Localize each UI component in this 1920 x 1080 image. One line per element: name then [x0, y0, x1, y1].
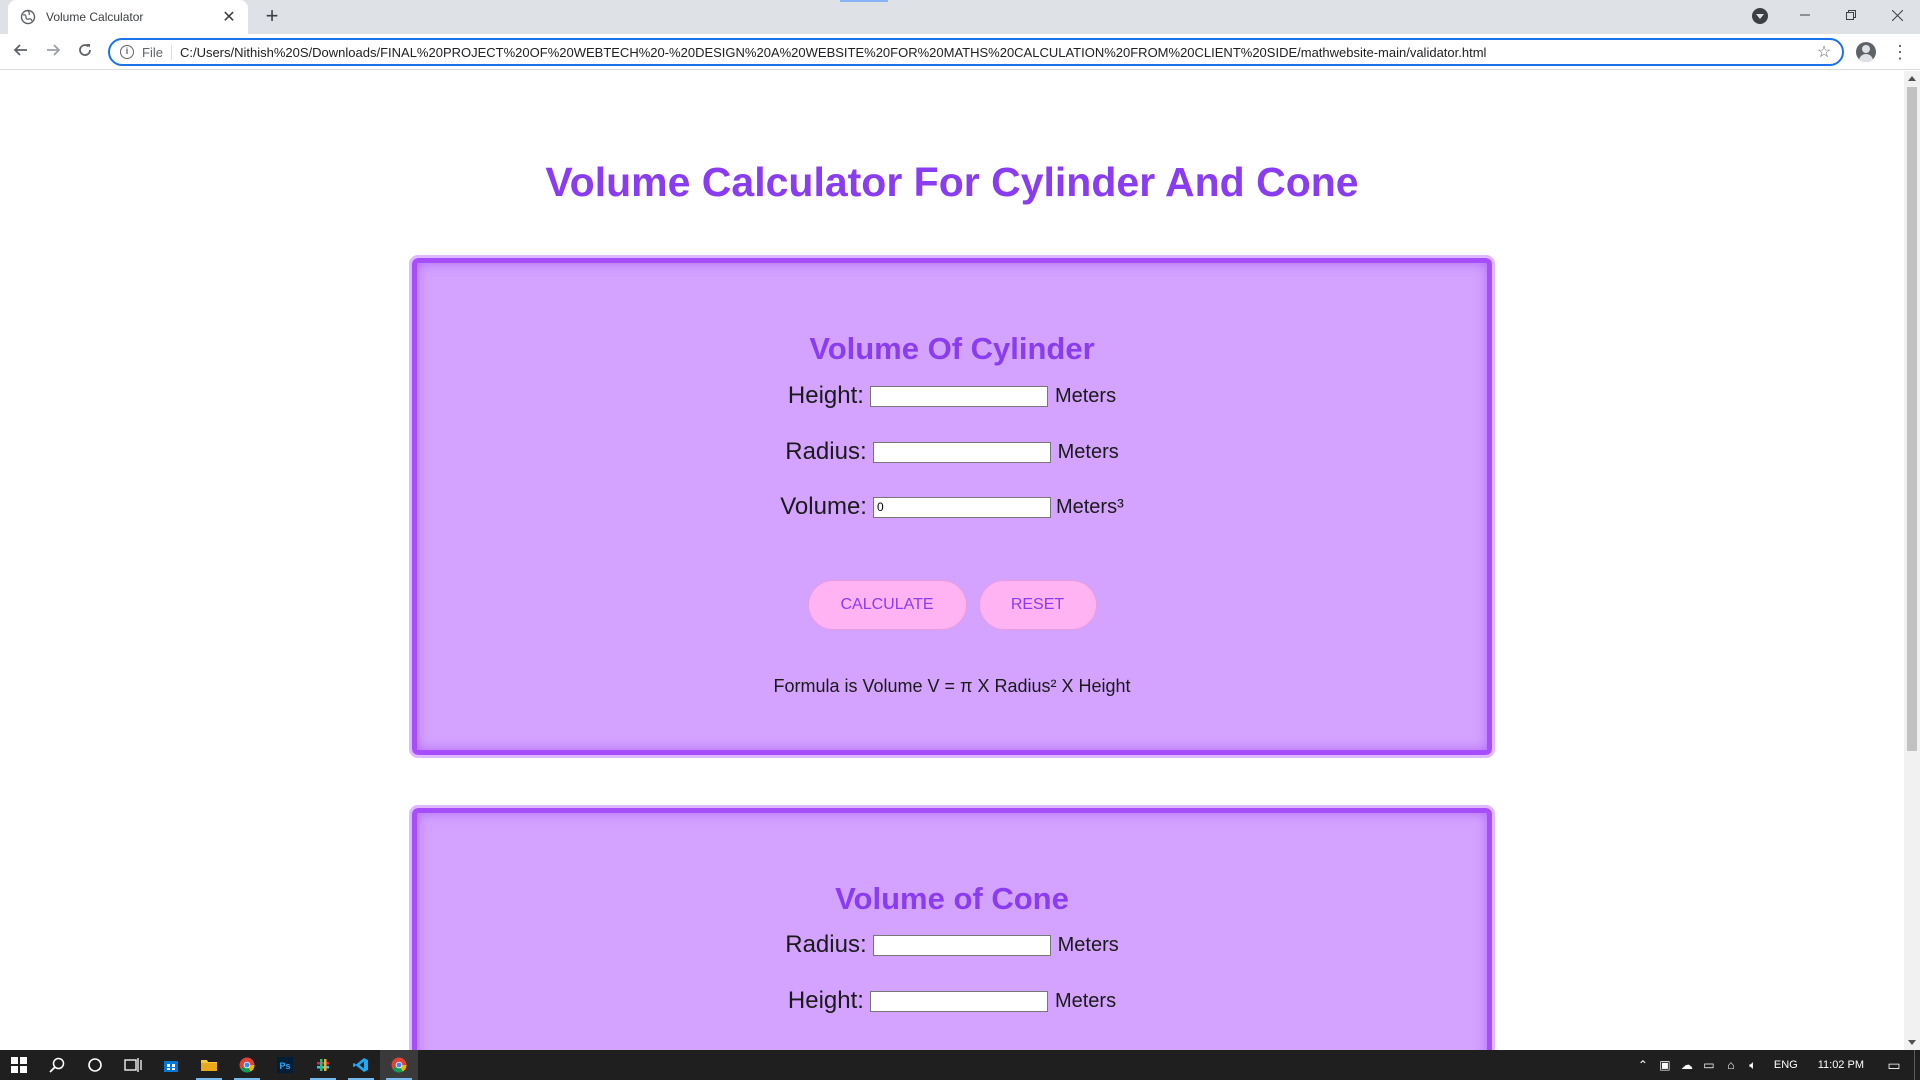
task-view-icon[interactable] — [114, 1050, 152, 1080]
radius-unit: Meters — [1057, 440, 1119, 463]
scrollbar-thumb[interactable] — [1907, 87, 1917, 751]
system-tray: ⌃ ▣ ☁ ▭ ⌂ 🔈︎ ENG 11:02 PM ▭ — [1632, 1050, 1920, 1080]
scroll-down-arrow-icon[interactable] — [1908, 1040, 1916, 1045]
page-viewport: Volume Calculator For Cylinder And Cone … — [0, 71, 1904, 1050]
tab-title: Volume Calculator — [46, 10, 144, 24]
calculate-button[interactable]: CALCULATE — [807, 580, 967, 630]
cylinder-volume-output[interactable] — [872, 496, 1051, 518]
cone-height-input[interactable] — [869, 990, 1048, 1012]
chrome-active-icon[interactable] — [380, 1050, 418, 1080]
height-label: Height: — [787, 382, 864, 409]
tab-close-icon[interactable]: ✕ — [220, 7, 238, 27]
height-unit: Meters — [1054, 384, 1117, 407]
cylinder-formula: Formula is Volume V = π X Radius² X Heig… — [773, 676, 1131, 696]
reload-icon[interactable] — [74, 41, 96, 63]
volume-label: Volume: — [780, 493, 867, 520]
reset-button[interactable]: RESET — [978, 580, 1097, 630]
forward-arrow-icon[interactable] — [42, 41, 64, 63]
vertical-scrollbar[interactable] — [1904, 71, 1920, 1050]
cylinder-calculator-card: Volume Of Cylinder Height: Meters Radius… — [409, 255, 1495, 758]
back-arrow-icon[interactable] — [10, 41, 32, 63]
photoshop-icon[interactable]: Ps — [266, 1050, 304, 1080]
svg-text:Ps: Ps — [280, 1061, 291, 1071]
notification-icon[interactable]: ▭ — [1874, 1057, 1914, 1074]
minimize-icon[interactable] — [1782, 0, 1828, 30]
info-icon[interactable]: i — [120, 45, 134, 59]
globe-icon — [20, 9, 36, 25]
height-label: Height: — [787, 987, 864, 1014]
cylinder-height-row: Height: Meters — [417, 382, 1487, 410]
windows-start-icon[interactable] — [0, 1050, 38, 1080]
onedrive-icon[interactable]: ☁ — [1676, 1058, 1698, 1072]
meet-now-icon[interactable]: ▣ — [1654, 1058, 1676, 1072]
cylinder-height-input[interactable] — [869, 385, 1048, 407]
cylinder-button-row: CALCULATE RESET — [417, 580, 1487, 630]
file-explorer-icon[interactable] — [190, 1050, 228, 1080]
slack-icon[interactable] — [304, 1050, 342, 1080]
tab-search-icon[interactable] — [1752, 8, 1768, 24]
display-icon[interactable]: ▭ — [1698, 1058, 1720, 1072]
radius-label: Radius: — [785, 931, 867, 958]
network-icon[interactable]: ⌂ — [1720, 1058, 1742, 1072]
cone-radius-input[interactable] — [872, 934, 1051, 956]
windows-taskbar: Ps ⌃ ▣ ☁ ▭ ⌂ 🔈︎ ENG 11:02 PM ▭ — [0, 1050, 1920, 1080]
chrome-icon[interactable] — [228, 1050, 266, 1080]
url-text[interactable]: C:/Users/Nithish%20S/Downloads/FINAL%20P… — [180, 45, 1812, 60]
bookmark-star-icon[interactable]: ☆ — [1812, 42, 1836, 62]
radius-unit: Meters — [1057, 933, 1119, 956]
cone-height-row: Height: Meters — [417, 987, 1487, 1015]
scroll-up-arrow-icon[interactable] — [1908, 76, 1916, 81]
page-title: Volume Calculator For Cylinder And Cone — [545, 159, 1359, 205]
browser-tab[interactable]: Volume Calculator ✕ — [8, 0, 248, 34]
cortana-icon[interactable] — [76, 1050, 114, 1080]
cone-radius-row: Radius: Meters — [417, 931, 1487, 959]
cylinder-radius-row: Radius: Meters — [417, 438, 1487, 466]
kebab-menu-icon[interactable]: ⋮ — [1890, 42, 1910, 62]
chevron-up-icon[interactable]: ⌃ — [1632, 1058, 1654, 1072]
volume-unit: Meters³ — [1055, 495, 1124, 518]
profile-avatar-icon[interactable] — [1856, 42, 1876, 62]
cylinder-volume-row: Volume: Meters³ — [417, 493, 1487, 521]
language-indicator[interactable]: ENG — [1774, 1059, 1798, 1071]
height-unit: Meters — [1054, 989, 1117, 1012]
cone-heading: Volume of Cone — [835, 881, 1069, 916]
new-tab-button[interactable]: + — [260, 5, 284, 29]
volume-icon[interactable]: 🔈︎ — [1742, 1058, 1764, 1073]
tab-drag-indicator — [840, 0, 888, 2]
restore-icon[interactable] — [1828, 0, 1874, 30]
vscode-icon[interactable] — [342, 1050, 380, 1080]
search-icon[interactable] — [38, 1050, 76, 1080]
address-bar[interactable]: i File C:/Users/Nithish%20S/Downloads/FI… — [108, 38, 1844, 66]
cone-calculator-card: Volume of Cone Radius: Meters Height: Me… — [409, 805, 1495, 1050]
browser-tabstrip: Volume Calculator ✕ + — [0, 0, 1920, 34]
cylinder-radius-input[interactable] — [872, 441, 1051, 463]
show-desktop-button[interactable] — [1914, 1050, 1920, 1080]
scheme-label: File — [142, 44, 172, 60]
store-icon[interactable] — [152, 1050, 190, 1080]
browser-toolbar: i File C:/Users/Nithish%20S/Downloads/FI… — [0, 34, 1920, 70]
cylinder-heading: Volume Of Cylinder — [809, 331, 1095, 366]
window-close-icon[interactable] — [1874, 0, 1920, 30]
clock-time[interactable]: 11:02 PM — [1818, 1059, 1864, 1071]
radius-label: Radius: — [785, 438, 867, 465]
